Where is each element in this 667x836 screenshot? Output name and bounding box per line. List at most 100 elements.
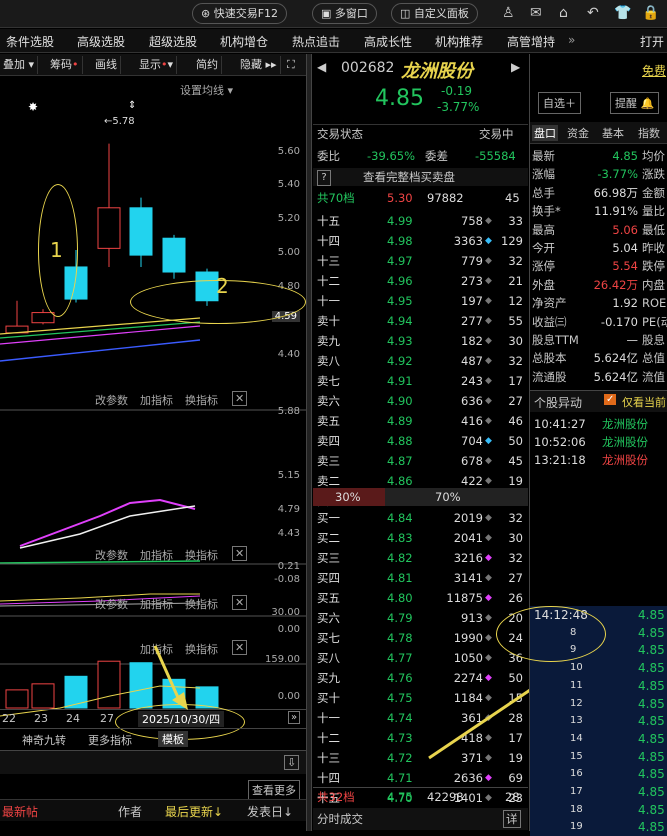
add-indicator-link[interactable]: 加指标 — [140, 547, 173, 563]
menu-item[interactable]: 打开 — [640, 33, 664, 50]
full-book-link[interactable]: ? 查看完整档买卖盘 — [313, 168, 528, 186]
simple-button[interactable]: 简约 — [193, 56, 222, 74]
view-more-button[interactable]: 查看更多 — [248, 780, 300, 800]
switch-indicator-link[interactable]: 换指标 — [185, 392, 218, 408]
change-params-link[interactable]: 改参数 — [95, 392, 128, 408]
sell-row[interactable]: 卖五 4.89 416 ◆ 46 — [313, 412, 528, 430]
close-icon[interactable]: ✕ — [232, 546, 248, 561]
sell-row[interactable]: 卖三 4.87 678 ◆ 45 — [313, 452, 528, 470]
sub-tick: 0.00 — [277, 624, 300, 635]
fullscreen-icon[interactable]: ⛶ — [284, 56, 298, 74]
tab-basic[interactable]: 基本 — [602, 125, 624, 141]
tab-index[interactable]: 指数 — [638, 125, 660, 141]
panel-icon: ◫ — [400, 7, 414, 20]
menu-item[interactable]: 超级选股 — [149, 33, 197, 50]
tab-nine[interactable]: 神奇九转 — [22, 732, 66, 748]
add-indicator-link[interactable]: 加指标 — [140, 392, 173, 408]
menu-item[interactable]: 高级选股 — [77, 33, 125, 50]
menu-item[interactable]: 机构增仓 — [220, 33, 268, 50]
add-watch-button[interactable]: 自选＋ — [538, 92, 581, 114]
time-trades-header[interactable]: 分时成交 详 — [313, 808, 528, 830]
back-icon[interactable]: ↶ — [587, 4, 599, 22]
sell-row[interactable]: 十二 4.96 273 ◆ 21 — [313, 272, 528, 290]
hide-button[interactable]: 隐藏 ▸▸ — [237, 56, 281, 74]
sell-row[interactable]: 十一 4.95 197 ◆ 12 — [313, 292, 528, 310]
panel-splitter[interactable] — [306, 54, 312, 831]
buy-row[interactable]: 买六 4.79 913 ◆ 20 — [313, 609, 528, 627]
alert-button[interactable]: 提醒 🔔 — [610, 92, 660, 114]
add-indicator-link[interactable]: 加指标 — [140, 596, 173, 612]
draw-line-button[interactable]: 画线 — [92, 56, 121, 74]
highlight-ellipse-4 — [496, 606, 606, 662]
menu-item[interactable]: 高成长性 — [364, 33, 412, 50]
movement-row[interactable]: 10:52:06 龙洲股份 — [532, 434, 667, 451]
news-col[interactable]: 发表日↓ — [247, 803, 293, 820]
checkbox-icon[interactable]: ✓ — [604, 394, 617, 405]
expand-icon[interactable]: » — [288, 711, 301, 724]
mail-icon[interactable]: ✉ — [530, 4, 542, 22]
sell-row[interactable]: 十三 4.97 779 ◆ 32 — [313, 252, 528, 270]
stat-row: 换手* 11.91% 量比 — [532, 204, 665, 219]
switch-indicator-link[interactable]: 换指标 — [185, 596, 218, 612]
menu-item[interactable]: 条件选股 — [6, 33, 54, 50]
movement-row[interactable]: 10:41:27 龙洲股份 — [532, 416, 667, 433]
tick-row: 15 4.85 — [530, 747, 667, 766]
menu-item[interactable]: 高管增持 — [507, 33, 555, 50]
buy-row[interactable]: 买三 4.82 3216 ◆ 32 — [313, 549, 528, 567]
sell-row[interactable]: 卖十 4.94 277 ◆ 55 — [313, 312, 528, 330]
multi-window-button[interactable]: ▣ 多窗口 — [312, 3, 377, 24]
sell-row[interactable]: 卖六 4.90 636 ◆ 27 — [313, 392, 528, 410]
display-button[interactable]: 显示•▾ — [136, 56, 178, 74]
tab-pankou[interactable]: 盘口 — [532, 125, 558, 141]
buy-row[interactable]: 买二 4.83 2041 ◆ 30 — [313, 529, 528, 547]
tab-template[interactable]: 模板 — [158, 731, 188, 747]
sell-row[interactable]: 十四 4.98 3363 ◆ 129 — [313, 232, 528, 250]
sell-row[interactable]: 卖七 4.91 243 ◆ 17 — [313, 372, 528, 390]
overlay-button[interactable]: 叠加 ▾ — [0, 56, 39, 74]
tick-row: 13 4.85 — [530, 712, 667, 731]
switch-indicator-link[interactable]: 换指标 — [185, 547, 218, 563]
chips-button[interactable]: 筹码• — [47, 56, 83, 74]
volume-bar — [97, 660, 121, 709]
menu-item[interactable]: 机构推荐 — [435, 33, 483, 50]
sell-row[interactable]: 卖九 4.93 182 ◆ 30 — [313, 332, 528, 350]
date-label: 27 — [100, 712, 114, 725]
news-col[interactable]: 最后更新↓ — [165, 803, 223, 820]
status-row: 交易状态 交易中 — [313, 124, 528, 142]
arrow-annotation — [153, 645, 188, 710]
moving-averages — [0, 317, 201, 362]
sell-row[interactable]: 卖八 4.92 487 ◆ 32 — [313, 352, 528, 370]
last-price: 4.85 — [375, 86, 424, 111]
free-link[interactable]: 免费 — [642, 62, 666, 79]
news-col[interactable]: 作者 — [118, 803, 142, 820]
shirt-icon[interactable]: 👕 — [614, 4, 631, 22]
change-params-link[interactable]: 改参数 — [95, 547, 128, 563]
menu-item[interactable]: 热点追击 — [292, 33, 340, 50]
close-icon[interactable]: ✕ — [232, 640, 248, 655]
sell-row[interactable]: 卖四 4.88 704 ◆ 50 — [313, 432, 528, 450]
fast-trade-button[interactable]: ⊛ 快速交易F12 — [192, 3, 288, 24]
tab-funds[interactable]: 资金 — [567, 125, 589, 141]
lock-icon[interactable]: 🔒 — [642, 4, 659, 22]
buy-row[interactable]: 买五 4.80 11875 ◆ 26 — [313, 589, 528, 607]
buy-row[interactable]: 买四 4.81 3141 ◆ 27 — [313, 569, 528, 587]
close-icon[interactable]: ✕ — [232, 391, 248, 406]
tab-more[interactable]: 更多指标 — [88, 732, 132, 748]
user-icon[interactable]: ♙ — [502, 4, 515, 22]
buy-row[interactable]: 十四 4.71 2636 ◆ 69 — [313, 769, 528, 787]
movement-row[interactable]: 13:21:18 龙洲股份 — [532, 452, 667, 469]
detail-button: 详 — [503, 810, 521, 828]
date-label: 23 — [34, 712, 48, 725]
buy-row[interactable]: 买一 4.84 2019 ◆ 32 — [313, 509, 528, 527]
news-col[interactable]: 最新帖 — [2, 803, 38, 820]
sell-row[interactable]: 十五 4.99 758 ◆ 33 — [313, 212, 528, 230]
download-icon[interactable]: ⇩ — [284, 755, 300, 770]
change-params-link[interactable]: 改参数 — [95, 596, 128, 612]
price-change: -0.19 — [441, 84, 473, 98]
prev-stock-icon[interactable]: ◀ — [317, 60, 326, 74]
custom-panel-button[interactable]: ◫ 自定义面板 — [391, 3, 478, 24]
menu-more[interactable]: » — [568, 33, 575, 47]
next-stock-icon[interactable]: ▶ — [511, 60, 520, 74]
close-icon[interactable]: ✕ — [232, 595, 248, 610]
home-icon[interactable]: ⌂ — [559, 4, 568, 22]
